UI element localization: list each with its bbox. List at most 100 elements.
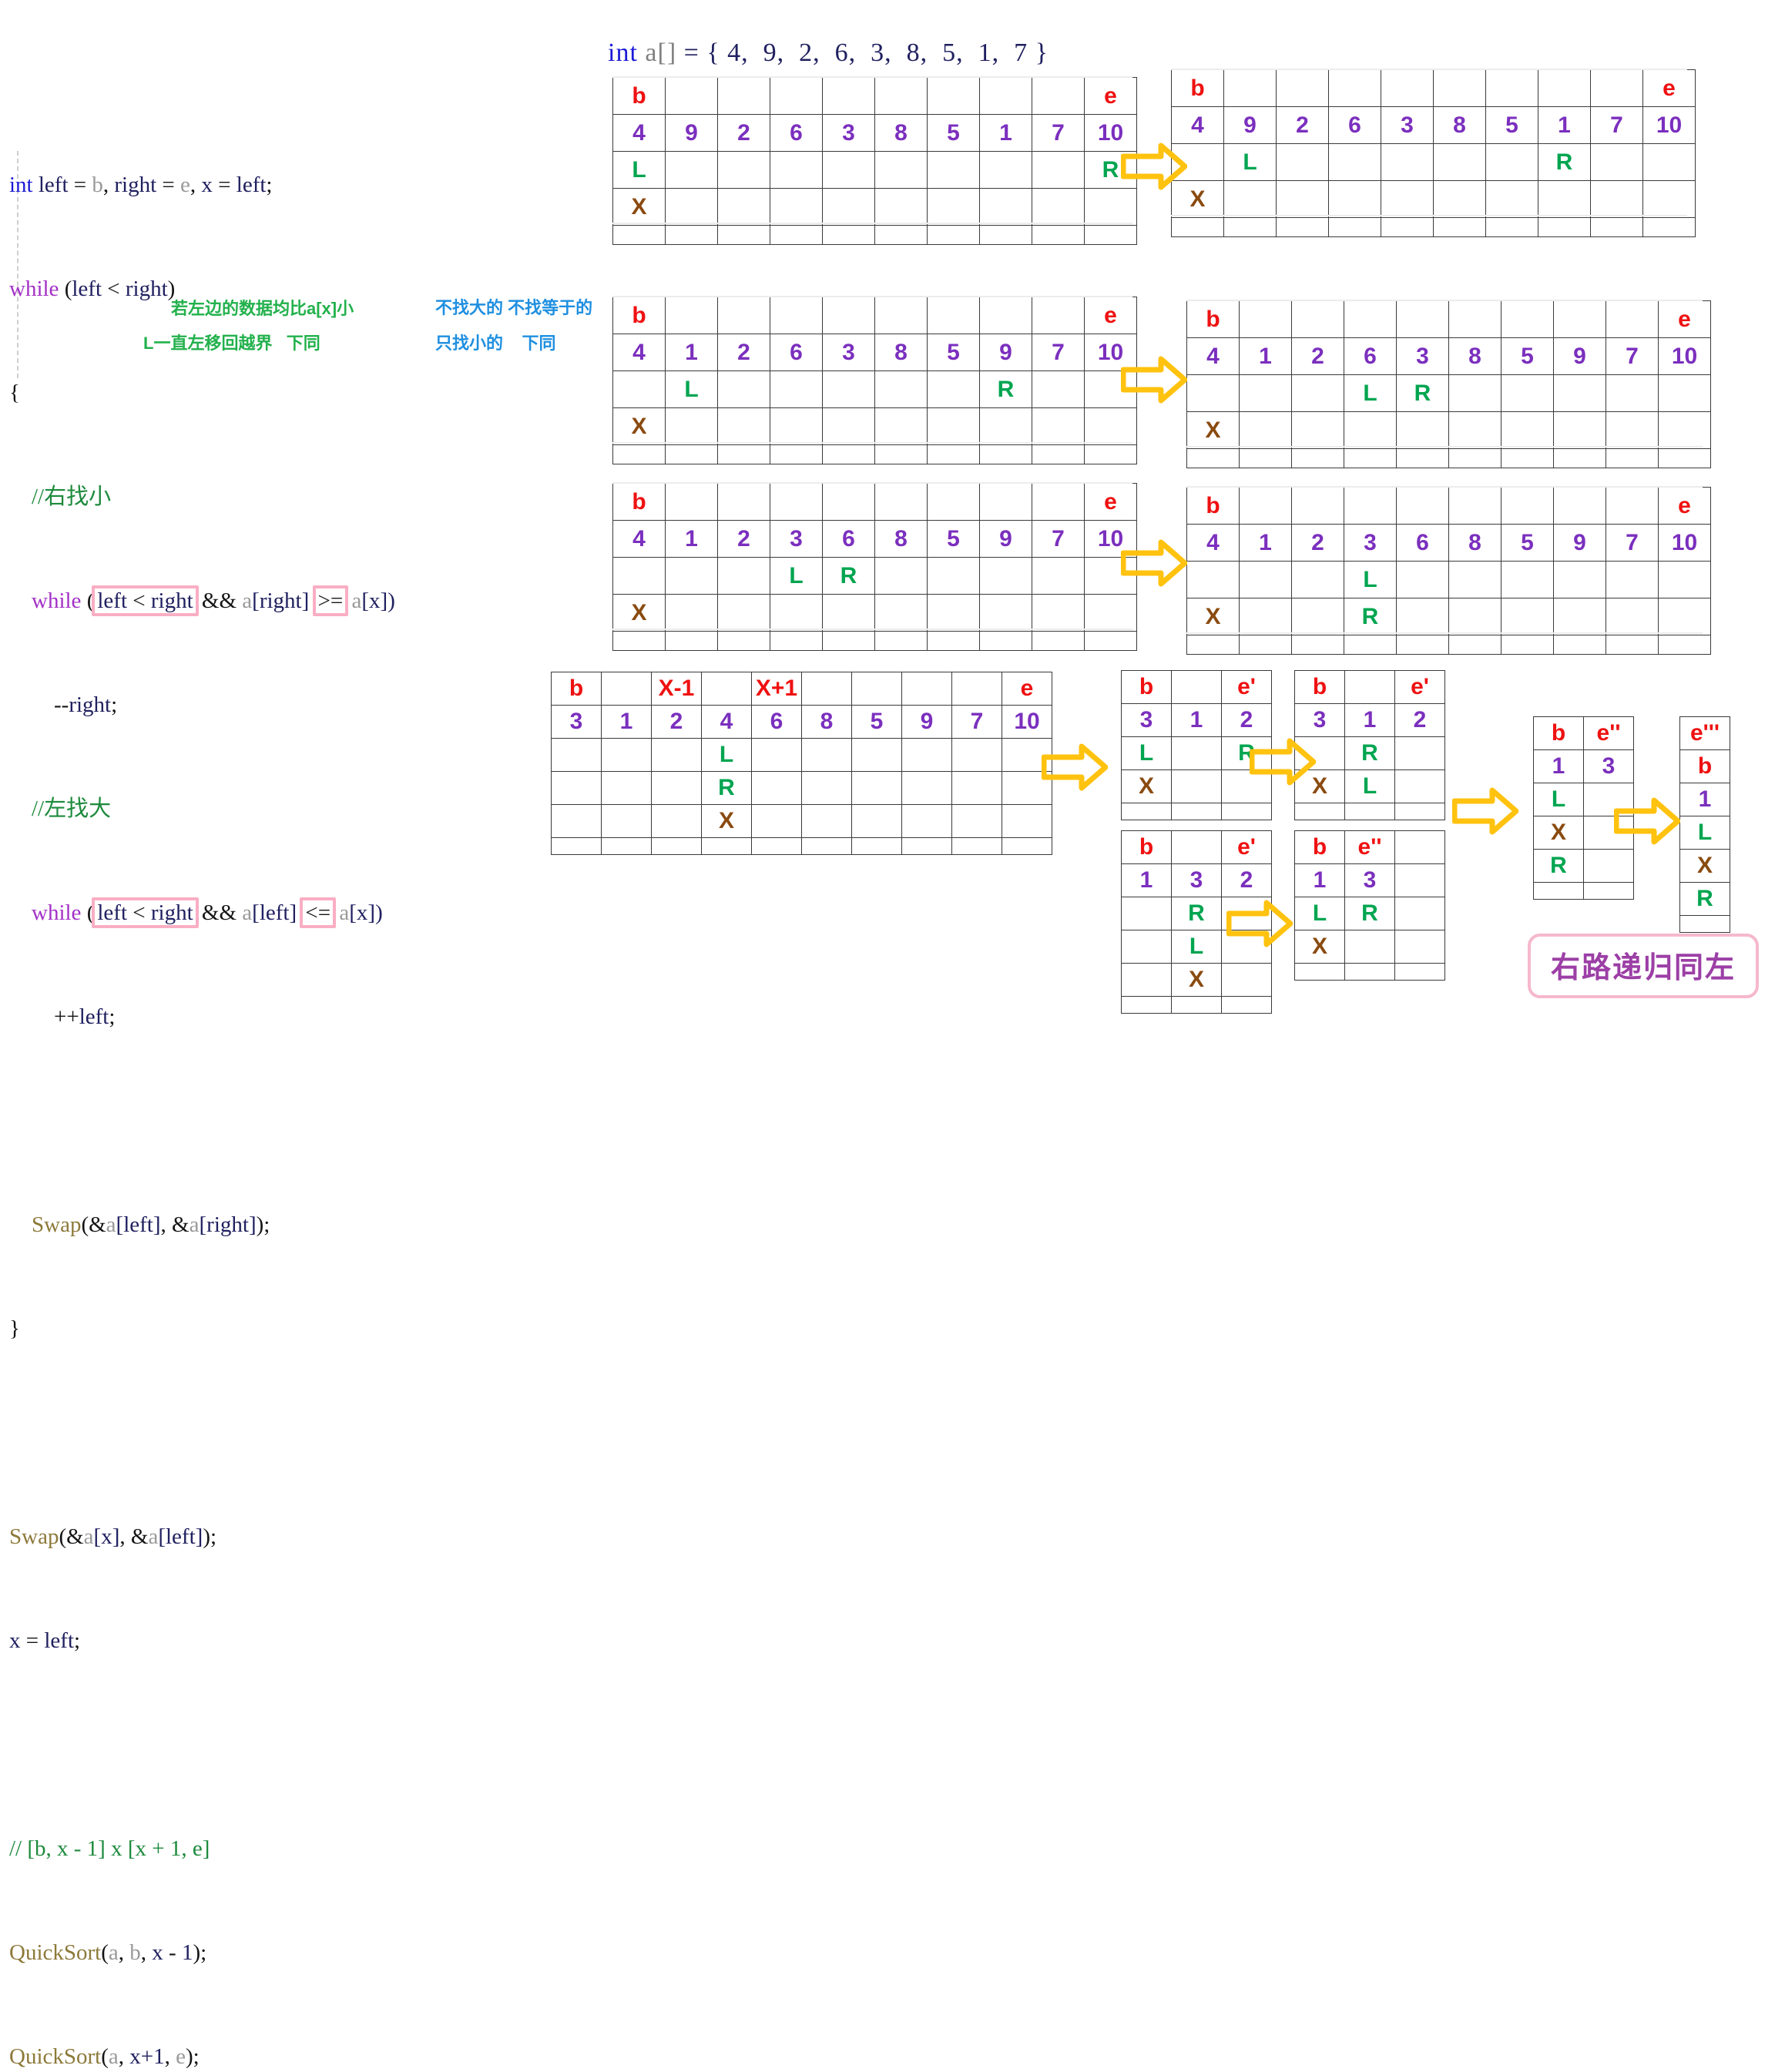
cell-empty bbox=[802, 838, 852, 855]
cell-eqq: e'' bbox=[1345, 831, 1395, 864]
cell-empty bbox=[952, 838, 1002, 855]
cell-b: b bbox=[1187, 488, 1240, 525]
cell-value: b bbox=[1206, 493, 1220, 518]
cell-empty bbox=[718, 226, 770, 245]
cell-empty bbox=[1643, 218, 1696, 237]
cell-empty bbox=[1606, 412, 1659, 449]
table-row: 13 bbox=[1295, 864, 1445, 897]
cell-empty bbox=[666, 152, 718, 189]
table-row: 312 bbox=[1122, 704, 1272, 737]
cell-value: 7 bbox=[1052, 526, 1065, 552]
cell-value: b bbox=[1313, 834, 1327, 860]
cell-value: 1 bbox=[620, 709, 633, 734]
cell-empty bbox=[928, 226, 980, 245]
cell-value: 2 bbox=[1240, 707, 1253, 733]
cell-empty bbox=[928, 189, 980, 226]
cell-value: X bbox=[1189, 186, 1205, 212]
cell-empty bbox=[702, 672, 752, 706]
cell-value: 3 bbox=[1140, 707, 1153, 733]
cell-empty bbox=[1554, 412, 1606, 449]
cell-value: 3 bbox=[1314, 707, 1327, 733]
table-row: X bbox=[613, 595, 1137, 632]
cell-empty bbox=[1122, 803, 1172, 820]
cell-empty bbox=[852, 772, 902, 805]
cell-5: 5 bbox=[928, 115, 980, 152]
cell-X: X bbox=[613, 408, 666, 445]
cell-empty bbox=[1606, 598, 1659, 635]
cell-e: e bbox=[1085, 78, 1137, 115]
cell-value: 5 bbox=[947, 340, 960, 365]
cell-9: 9 bbox=[980, 521, 1032, 558]
cell-value: 8 bbox=[894, 526, 908, 552]
cell-empty bbox=[1345, 803, 1395, 820]
cell-empty bbox=[1085, 226, 1137, 245]
cell-empty bbox=[718, 445, 770, 464]
table-row: XL bbox=[1295, 770, 1445, 803]
cell-X: X bbox=[1187, 598, 1240, 635]
code-line-16 bbox=[9, 1728, 395, 1762]
cell-empty bbox=[1032, 484, 1085, 521]
cell-3: 3 bbox=[1584, 750, 1634, 783]
cell-3: 3 bbox=[1172, 864, 1222, 897]
arrow-step2 bbox=[1121, 356, 1187, 404]
cell-empty bbox=[1501, 449, 1554, 468]
table-row: XR bbox=[1187, 598, 1711, 635]
cell-value: e bbox=[1104, 83, 1117, 109]
cell-empty bbox=[1449, 598, 1501, 635]
cell-L: L bbox=[1122, 737, 1172, 770]
cell-empty bbox=[1486, 70, 1538, 107]
cell-empty bbox=[1501, 488, 1554, 525]
table-row: 132 bbox=[1122, 864, 1272, 897]
table-row: R bbox=[1680, 883, 1730, 916]
cell-empty bbox=[1606, 375, 1659, 412]
cell-eqq: e'' bbox=[1584, 717, 1634, 750]
code-line-7: //左找大 bbox=[9, 792, 395, 826]
cell-empty bbox=[1002, 838, 1052, 855]
cell-empty bbox=[1085, 408, 1137, 445]
cell-value: 9 bbox=[921, 709, 934, 734]
grid-table: be''13LRX bbox=[1294, 830, 1445, 981]
table-row: LR bbox=[1187, 375, 1711, 412]
cell-empty bbox=[1187, 375, 1240, 412]
cell-empty bbox=[1397, 488, 1449, 525]
cell-value: 8 bbox=[1468, 344, 1481, 369]
cell-empty bbox=[1172, 770, 1222, 803]
cell-empty bbox=[980, 408, 1032, 445]
cell-value: b bbox=[1698, 753, 1712, 779]
cell-e: e bbox=[1085, 297, 1137, 334]
code-line-10 bbox=[9, 1104, 395, 1138]
cell-7: 7 bbox=[1606, 525, 1659, 562]
cell-empty bbox=[1486, 181, 1538, 218]
cell-3: 3 bbox=[1122, 704, 1172, 737]
cell-empty bbox=[652, 838, 702, 855]
cell-empty bbox=[718, 371, 770, 408]
table-row: 13 bbox=[1534, 750, 1634, 783]
cell-empty bbox=[718, 189, 770, 226]
cell-empty bbox=[1277, 144, 1329, 181]
cell-3: 3 bbox=[770, 521, 823, 558]
cell-empty bbox=[752, 838, 802, 855]
table-row: R bbox=[552, 772, 1052, 805]
code-line-19: QuickSort(a, x+1, e); bbox=[9, 2040, 395, 2072]
cell-empty bbox=[752, 805, 802, 838]
cell-value: 2 bbox=[1414, 707, 1427, 733]
cell-empty bbox=[928, 297, 980, 334]
cell-value: 7 bbox=[1052, 340, 1065, 365]
cell-3: 3 bbox=[1381, 107, 1434, 144]
cell-empty bbox=[1187, 635, 1240, 655]
cell-value: e bbox=[1678, 307, 1691, 332]
cell-empty bbox=[875, 297, 928, 334]
cell-empty bbox=[1606, 635, 1659, 655]
cell-eq: e' bbox=[1222, 831, 1272, 864]
cell-empty bbox=[928, 558, 980, 595]
cell-value: R bbox=[998, 377, 1015, 402]
cell-value: b bbox=[632, 489, 646, 515]
cell-2: 2 bbox=[1277, 107, 1329, 144]
cell-empty bbox=[875, 558, 928, 595]
cell-empty bbox=[1584, 850, 1634, 883]
cell-value: 3 bbox=[842, 120, 855, 146]
cell-empty bbox=[1032, 595, 1085, 632]
cell-empty bbox=[1222, 803, 1272, 820]
cell-empty bbox=[770, 408, 823, 445]
cell-empty bbox=[928, 595, 980, 632]
